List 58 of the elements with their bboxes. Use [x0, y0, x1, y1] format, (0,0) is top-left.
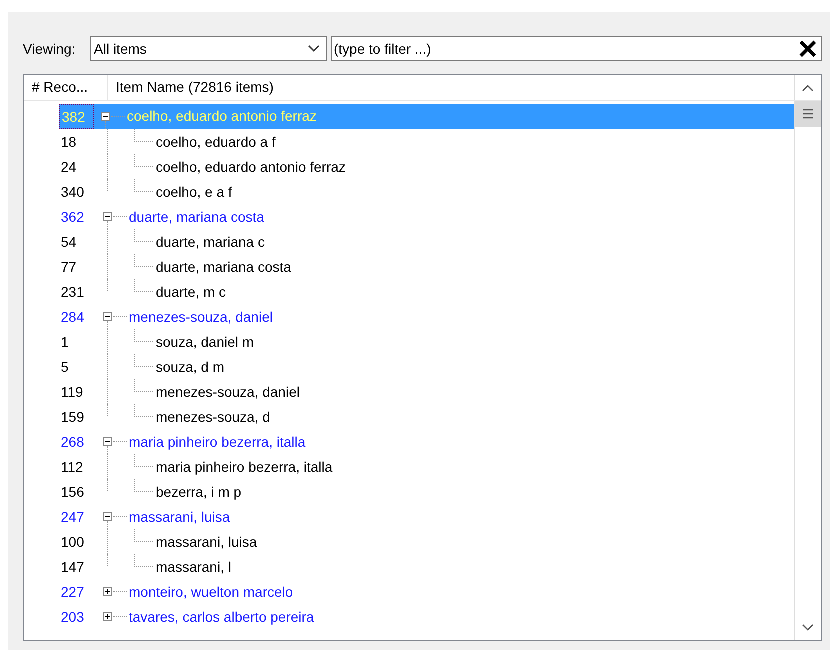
- record-count: 77: [60, 258, 78, 274]
- item-name[interactable]: bezerra, i m p: [156, 484, 242, 500]
- collapse-icon[interactable]: [103, 512, 112, 521]
- collapse-icon[interactable]: [103, 212, 112, 221]
- item-name[interactable]: tavares, carlos alberto pereira: [129, 608, 314, 624]
- chevron-down-icon: [308, 44, 320, 52]
- record-count: 156: [60, 484, 86, 500]
- scroll-down-icon[interactable]: [802, 624, 814, 632]
- record-count: 284: [60, 308, 86, 324]
- record-count: 147: [60, 558, 86, 574]
- viewing-dropdown[interactable]: All items: [90, 36, 327, 61]
- item-name[interactable]: menezes-souza, d: [156, 408, 270, 424]
- item-name[interactable]: menezes-souza, daniel: [129, 308, 273, 324]
- item-name[interactable]: monteiro, wuelton marcelo: [129, 584, 294, 600]
- record-count: 24: [60, 158, 78, 174]
- record-count: 247: [60, 508, 86, 524]
- column-header[interactable]: Item Name (72816 items): [108, 75, 794, 100]
- item-name[interactable]: duarte, m c: [156, 284, 226, 300]
- item-name[interactable]: massarani, l: [156, 558, 232, 574]
- record-count: 100: [60, 534, 86, 550]
- item-name[interactable]: duarte, mariana costa: [156, 258, 292, 274]
- item-name[interactable]: maria pinheiro bezerra, italla: [129, 434, 306, 450]
- scrollbar-thumb[interactable]: [795, 101, 821, 127]
- item-name[interactable]: coelho, eduardo antonio ferraz: [156, 158, 346, 174]
- record-count: 119: [60, 384, 84, 400]
- expand-icon[interactable]: [103, 587, 112, 596]
- record-count: 227: [60, 584, 86, 600]
- scroll-up-icon[interactable]: [802, 84, 814, 92]
- expand-icon[interactable]: [103, 612, 112, 621]
- item-name[interactable]: maria pinheiro bezerra, italla: [156, 458, 333, 474]
- item-name[interactable]: coelho, eduardo a f: [156, 134, 276, 150]
- collapse-icon[interactable]: [103, 437, 112, 446]
- item-name[interactable]: massarani, luisa: [156, 534, 258, 550]
- record-count: 362: [60, 208, 86, 224]
- record-count: 268: [60, 434, 86, 450]
- record-count: 18: [60, 134, 78, 150]
- column-header[interactable]: # Reco...: [24, 75, 108, 100]
- record-count: 231: [60, 284, 86, 300]
- item-name[interactable]: souza, d m: [156, 358, 224, 374]
- item-name[interactable]: menezes-souza, daniel: [156, 384, 300, 400]
- item-name[interactable]: duarte, mariana c: [156, 234, 265, 250]
- item-name[interactable]: souza, daniel m: [156, 334, 254, 350]
- record-count: 1: [60, 334, 70, 350]
- item-name[interactable]: massarani, luisa: [129, 508, 230, 524]
- record-count: 54: [60, 234, 78, 250]
- record-count: 5: [60, 358, 70, 374]
- record-count: 159: [60, 408, 86, 424]
- close-icon[interactable]: [799, 40, 817, 58]
- record-count: 382: [59, 104, 94, 129]
- collapse-icon[interactable]: [101, 112, 110, 121]
- record-count: 340: [60, 184, 86, 200]
- item-name[interactable]: duarte, mariana costa: [129, 208, 264, 224]
- record-count: 112: [60, 458, 84, 474]
- collapse-icon[interactable]: [103, 312, 112, 321]
- filter-field[interactable]: (type to filter ...): [331, 36, 822, 61]
- item-name[interactable]: coelho, e a f: [156, 184, 232, 200]
- viewing-label: Viewing:: [23, 40, 77, 56]
- record-count: 203: [60, 608, 86, 624]
